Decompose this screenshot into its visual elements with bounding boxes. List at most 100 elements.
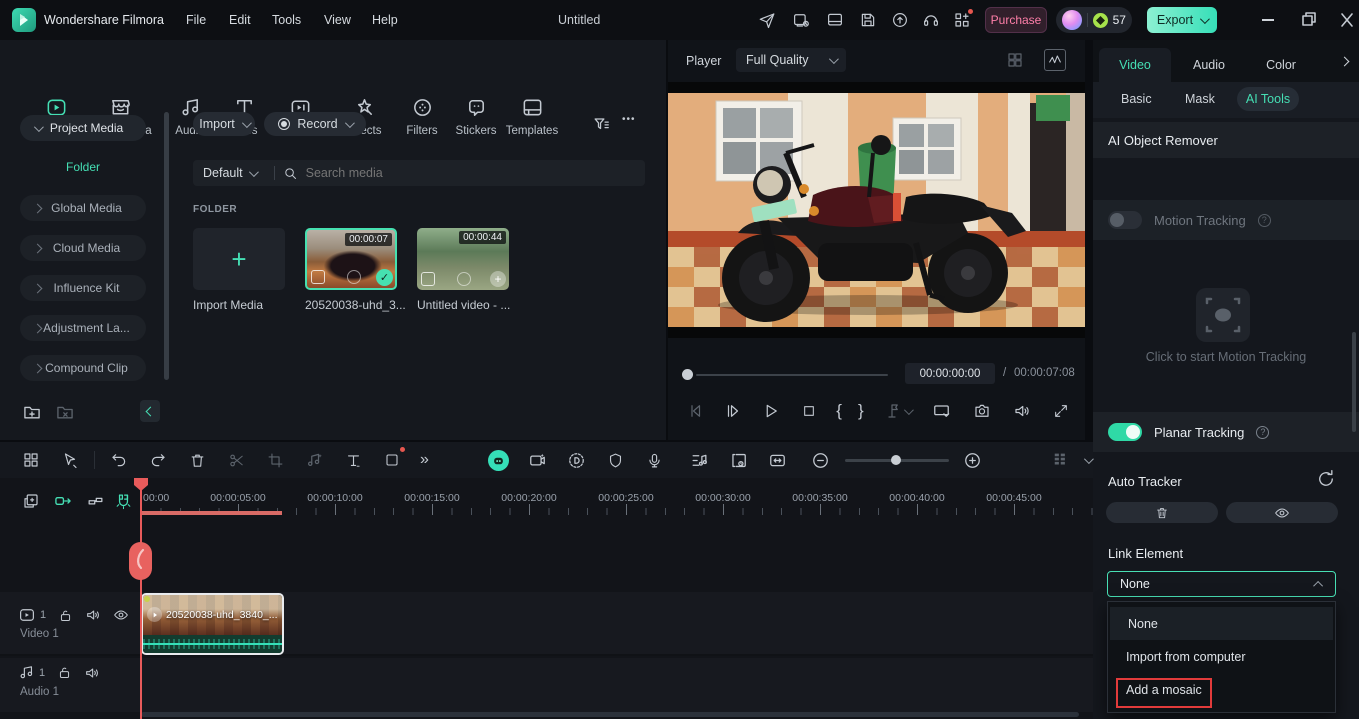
collapse-sidebar-button[interactable] [140, 400, 160, 422]
split-icon[interactable] [221, 445, 251, 475]
menu-view[interactable]: View [324, 13, 351, 27]
purchase-button[interactable]: Purchase [985, 7, 1047, 33]
menu-option-none[interactable]: None [1110, 607, 1333, 640]
fit-timeline-icon[interactable] [763, 445, 793, 475]
shield-icon[interactable] [601, 445, 631, 475]
filter-icon[interactable] [592, 115, 611, 137]
menu-edit[interactable]: Edit [229, 13, 251, 27]
support-icon[interactable] [922, 11, 940, 32]
scopes-icon[interactable] [1044, 49, 1066, 71]
tracking-target-icon[interactable] [1196, 288, 1250, 342]
ai-assistant-icon[interactable] [484, 445, 514, 475]
sidebar-item-folder[interactable]: Folder [20, 160, 146, 174]
previous-frame-button[interactable] [684, 396, 706, 426]
more-options-icon[interactable]: ••• [622, 114, 636, 125]
mute-icon[interactable] [84, 665, 100, 681]
media-item-video2[interactable]: 00:00:44 + [417, 228, 509, 290]
timeline-scrollbar[interactable] [141, 712, 1079, 717]
mark-in-button[interactable]: { [836, 401, 842, 421]
sidebar-item-compound-clip[interactable]: Compound Clip [20, 355, 146, 381]
crop-icon[interactable] [260, 445, 290, 475]
account-pill[interactable]: 57 [1056, 7, 1132, 33]
avatar[interactable] [1062, 10, 1082, 30]
timeline-zoom-slider[interactable] [845, 453, 949, 467]
display-device-button[interactable] [930, 396, 954, 426]
zoom-out-icon[interactable] [806, 445, 836, 475]
zoom-in-icon[interactable] [958, 445, 988, 475]
sort-dropdown[interactable]: Default [193, 166, 266, 180]
tab-audio[interactable]: Audio [1173, 48, 1245, 82]
lock-icon[interactable] [57, 665, 72, 680]
menu-help[interactable]: Help [372, 13, 398, 27]
track-manager-icon[interactable] [1045, 445, 1075, 475]
share-icon[interactable] [758, 11, 776, 32]
subtab-ai-tools[interactable]: AI Tools [1237, 87, 1299, 111]
sidebar-item-project-media[interactable]: Project Media [20, 115, 146, 141]
add-to-track-icon[interactable] [16, 486, 46, 516]
next-frame-button[interactable] [722, 396, 744, 426]
record-dropdown[interactable]: Record [264, 112, 366, 136]
upload-icon[interactable] [891, 11, 909, 32]
marker-button[interactable] [880, 396, 914, 426]
delete-folder-icon[interactable] [55, 402, 75, 425]
snapshot-button[interactable] [970, 396, 994, 426]
clip-preview-icon[interactable] [724, 445, 754, 475]
save-icon[interactable] [859, 11, 877, 32]
more-tools-icon[interactable]: » [420, 451, 429, 469]
rename-track-icon[interactable] [80, 486, 110, 516]
minimize-button[interactable] [1254, 10, 1282, 30]
screen-record-icon[interactable] [377, 445, 407, 475]
help-icon[interactable]: ? [1256, 426, 1269, 439]
voiceover-icon[interactable] [640, 445, 670, 475]
sidebar-item-adjustment-layer[interactable]: Adjustment La... [20, 315, 146, 341]
timeline-clip[interactable]: 20520038-uhd_3840_... [141, 593, 284, 655]
device-icon[interactable] [792, 11, 810, 32]
planar-tracking-toggle[interactable] [1108, 423, 1142, 441]
export-button[interactable]: Export [1147, 7, 1217, 33]
reset-tracker-icon[interactable] [1316, 469, 1336, 492]
delete-track-button[interactable] [1106, 502, 1218, 523]
menu-option-import-from-computer[interactable]: Import from computer [1108, 640, 1335, 673]
speed-icon[interactable] [562, 445, 592, 475]
nav-stickers[interactable]: Stickers [444, 96, 508, 137]
auto-ripple-icon[interactable] [48, 486, 78, 516]
media-item-video1[interactable]: 00:00:07 ✓ [305, 228, 397, 290]
stop-button[interactable] [798, 396, 820, 426]
playhead-marker-badge[interactable] [129, 542, 152, 580]
panel-layout-icon[interactable] [16, 445, 46, 475]
layout-icon[interactable] [826, 11, 844, 32]
mute-icon[interactable] [85, 607, 101, 623]
tab-video[interactable]: Video [1099, 48, 1171, 82]
more-tabs-icon[interactable] [1340, 57, 1350, 67]
playhead-line[interactable] [140, 478, 142, 719]
import-media-tile[interactable]: + [193, 228, 285, 290]
sidebar-scrollbar[interactable] [164, 112, 169, 380]
redo-icon[interactable] [143, 445, 173, 475]
add-to-timeline-button[interactable]: + [490, 271, 506, 287]
timeline-ruler[interactable]: 00:00 00:00:05:00 00:00:10:00 00:00:15:0… [141, 478, 1093, 516]
sidebar-item-influence-kit[interactable]: Influence Kit [20, 275, 146, 301]
new-folder-icon[interactable] [22, 402, 42, 425]
play-button[interactable] [760, 396, 782, 426]
delete-icon[interactable] [182, 445, 212, 475]
split-view-icon[interactable] [1006, 51, 1024, 72]
volume-button[interactable] [1010, 396, 1034, 426]
player-seekbar[interactable] [682, 367, 888, 381]
properties-scrollbar[interactable] [1352, 332, 1356, 432]
menu-file[interactable]: File [186, 13, 206, 27]
beat-detect-icon[interactable] [299, 445, 329, 475]
link-element-select[interactable]: None [1107, 571, 1336, 597]
sidebar-item-global-media[interactable]: Global Media [20, 195, 146, 221]
tab-color[interactable]: Color [1245, 48, 1317, 82]
apps-icon[interactable] [953, 11, 971, 32]
video-preview[interactable] [668, 93, 1085, 327]
help-icon[interactable]: ? [1258, 214, 1271, 227]
lock-icon[interactable] [58, 608, 73, 623]
subtab-mask[interactable]: Mask [1185, 92, 1215, 106]
audio-mixer-icon[interactable] [685, 445, 715, 475]
section-ai-object-remover[interactable]: AI Object Remover [1093, 122, 1359, 158]
nav-templates[interactable]: Templates [500, 96, 564, 137]
zoom-slider-handle[interactable] [891, 455, 901, 465]
add-text-icon[interactable] [338, 445, 368, 475]
hide-track-icon[interactable] [113, 607, 129, 623]
